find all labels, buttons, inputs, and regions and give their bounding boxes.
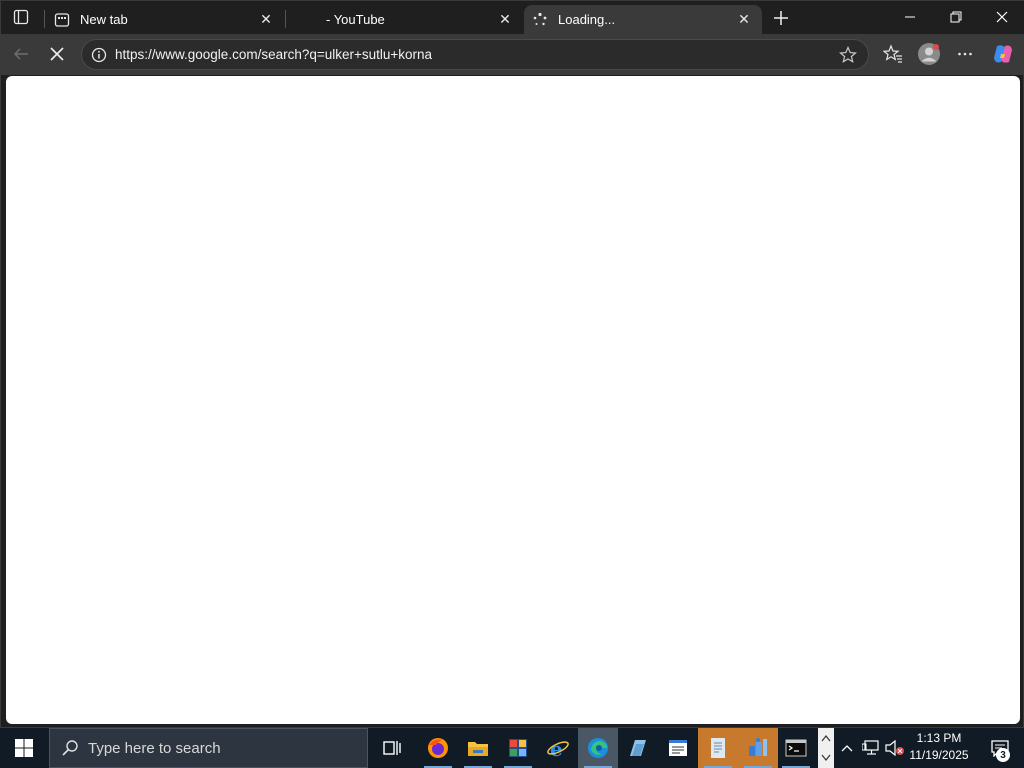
- task-view-icon: [383, 741, 401, 755]
- start-button[interactable]: [0, 728, 48, 768]
- newtab-icon: [54, 12, 70, 28]
- notepad-icon: [669, 740, 687, 756]
- favorites-icon: [883, 44, 902, 63]
- volume-muted-icon: [885, 740, 904, 756]
- tab-new-tab[interactable]: New tab ✕: [46, 5, 284, 34]
- taskbar-document[interactable]: [698, 728, 738, 768]
- taskbar-overflow-scroller[interactable]: [818, 728, 834, 768]
- show-hidden-icons-button[interactable]: [838, 728, 856, 768]
- minimize-button[interactable]: [887, 1, 933, 33]
- copilot-button[interactable]: [988, 40, 1018, 68]
- search-icon: [60, 738, 80, 758]
- taskbar-photos[interactable]: [498, 728, 538, 768]
- favorite-star-icon[interactable]: [836, 43, 860, 67]
- tab-strip: New tab ✕ - YouTube ✕ Loading... ✕: [1, 1, 1024, 34]
- taskbar-firefox[interactable]: [418, 728, 458, 768]
- address-bar[interactable]: https://www.google.com/search?q=ulker+su…: [81, 39, 869, 70]
- taskbar-internet-explorer[interactable]: e: [538, 728, 578, 768]
- clock-date: 11/19/2025: [909, 748, 969, 762]
- notification-count-badge: 3: [996, 748, 1010, 762]
- site-info-icon[interactable]: [90, 46, 108, 64]
- tab-actions-button[interactable]: [8, 5, 34, 29]
- favorites-button[interactable]: [878, 40, 908, 68]
- copilot-icon: [994, 45, 1012, 63]
- minimize-icon: [905, 16, 915, 18]
- profile-button[interactable]: [914, 40, 944, 68]
- taskbar-app[interactable]: [618, 728, 658, 768]
- back-button[interactable]: [6, 40, 36, 68]
- restore-icon: [950, 11, 962, 23]
- navigation-toolbar: https://www.google.com/search?q=ulker+su…: [1, 34, 1024, 75]
- close-icon[interactable]: ✕: [734, 10, 754, 30]
- task-view-button[interactable]: [372, 728, 412, 768]
- search-placeholder: Type here to search: [88, 739, 221, 757]
- back-arrow-icon: [13, 48, 28, 60]
- loading-spinner-icon: [532, 12, 548, 28]
- url-text[interactable]: https://www.google.com/search?q=ulker+su…: [115, 47, 836, 62]
- file-explorer-icon: [468, 742, 488, 756]
- document-icon: [711, 738, 725, 758]
- network-tray-button[interactable]: [860, 728, 882, 768]
- chevron-down-icon[interactable]: [821, 754, 831, 762]
- more-dots-icon: [958, 52, 972, 56]
- edge-icon: [588, 738, 608, 758]
- app-icon: [630, 740, 646, 756]
- plus-icon: [774, 11, 788, 25]
- restore-button[interactable]: [933, 1, 979, 33]
- tab-title: - YouTube: [326, 12, 385, 27]
- tab-youtube[interactable]: - YouTube ✕: [286, 5, 523, 34]
- taskbar: Type here to search e 1:13 PM 11/19/2025…: [0, 728, 1024, 768]
- terminal-icon: [785, 739, 807, 757]
- settings-more-button[interactable]: [950, 40, 980, 68]
- network-app-icon: [749, 738, 767, 756]
- volume-tray-button[interactable]: [884, 728, 906, 768]
- taskbar-file-explorer[interactable]: [458, 728, 498, 768]
- close-icon: [996, 11, 1008, 23]
- windows-logo-icon: [15, 739, 33, 757]
- taskbar-network-app[interactable]: [738, 728, 778, 768]
- taskbar-edge[interactable]: [578, 728, 618, 768]
- chevron-up-icon: [841, 745, 853, 752]
- close-window-button[interactable]: [979, 1, 1024, 33]
- stop-icon: [50, 47, 64, 61]
- clock-time: 1:13 PM: [916, 731, 962, 745]
- firefox-icon: [428, 738, 448, 758]
- tab-title: New tab: [80, 12, 128, 27]
- browser-window: New tab ✕ - YouTube ✕ Loading... ✕ https…: [0, 0, 1024, 728]
- youtube-favicon: [294, 12, 316, 28]
- new-tab-button[interactable]: [768, 6, 794, 30]
- notification-center-button[interactable]: 3: [980, 728, 1020, 768]
- network-icon: [862, 740, 879, 755]
- system-clock[interactable]: 1:13 PM 11/19/2025: [904, 730, 974, 766]
- avatar-icon: [918, 43, 940, 65]
- svg-text:e: e: [550, 737, 563, 760]
- close-icon[interactable]: ✕: [495, 10, 515, 30]
- internet-explorer-icon: e: [547, 737, 569, 760]
- close-icon[interactable]: ✕: [256, 10, 276, 30]
- tab-title: Loading...: [558, 12, 616, 27]
- taskbar-notepad[interactable]: [658, 728, 698, 768]
- taskbar-search-box[interactable]: Type here to search: [49, 728, 368, 768]
- taskbar-terminal[interactable]: [776, 728, 816, 768]
- tab-actions-icon: [13, 9, 29, 25]
- page-content-area[interactable]: [6, 76, 1020, 724]
- photos-icon: [509, 739, 527, 757]
- stop-loading-button[interactable]: [42, 40, 72, 68]
- chevron-up-icon[interactable]: [821, 734, 831, 742]
- tab-separator: [44, 10, 45, 28]
- tab-loading[interactable]: Loading... ✕: [524, 5, 762, 34]
